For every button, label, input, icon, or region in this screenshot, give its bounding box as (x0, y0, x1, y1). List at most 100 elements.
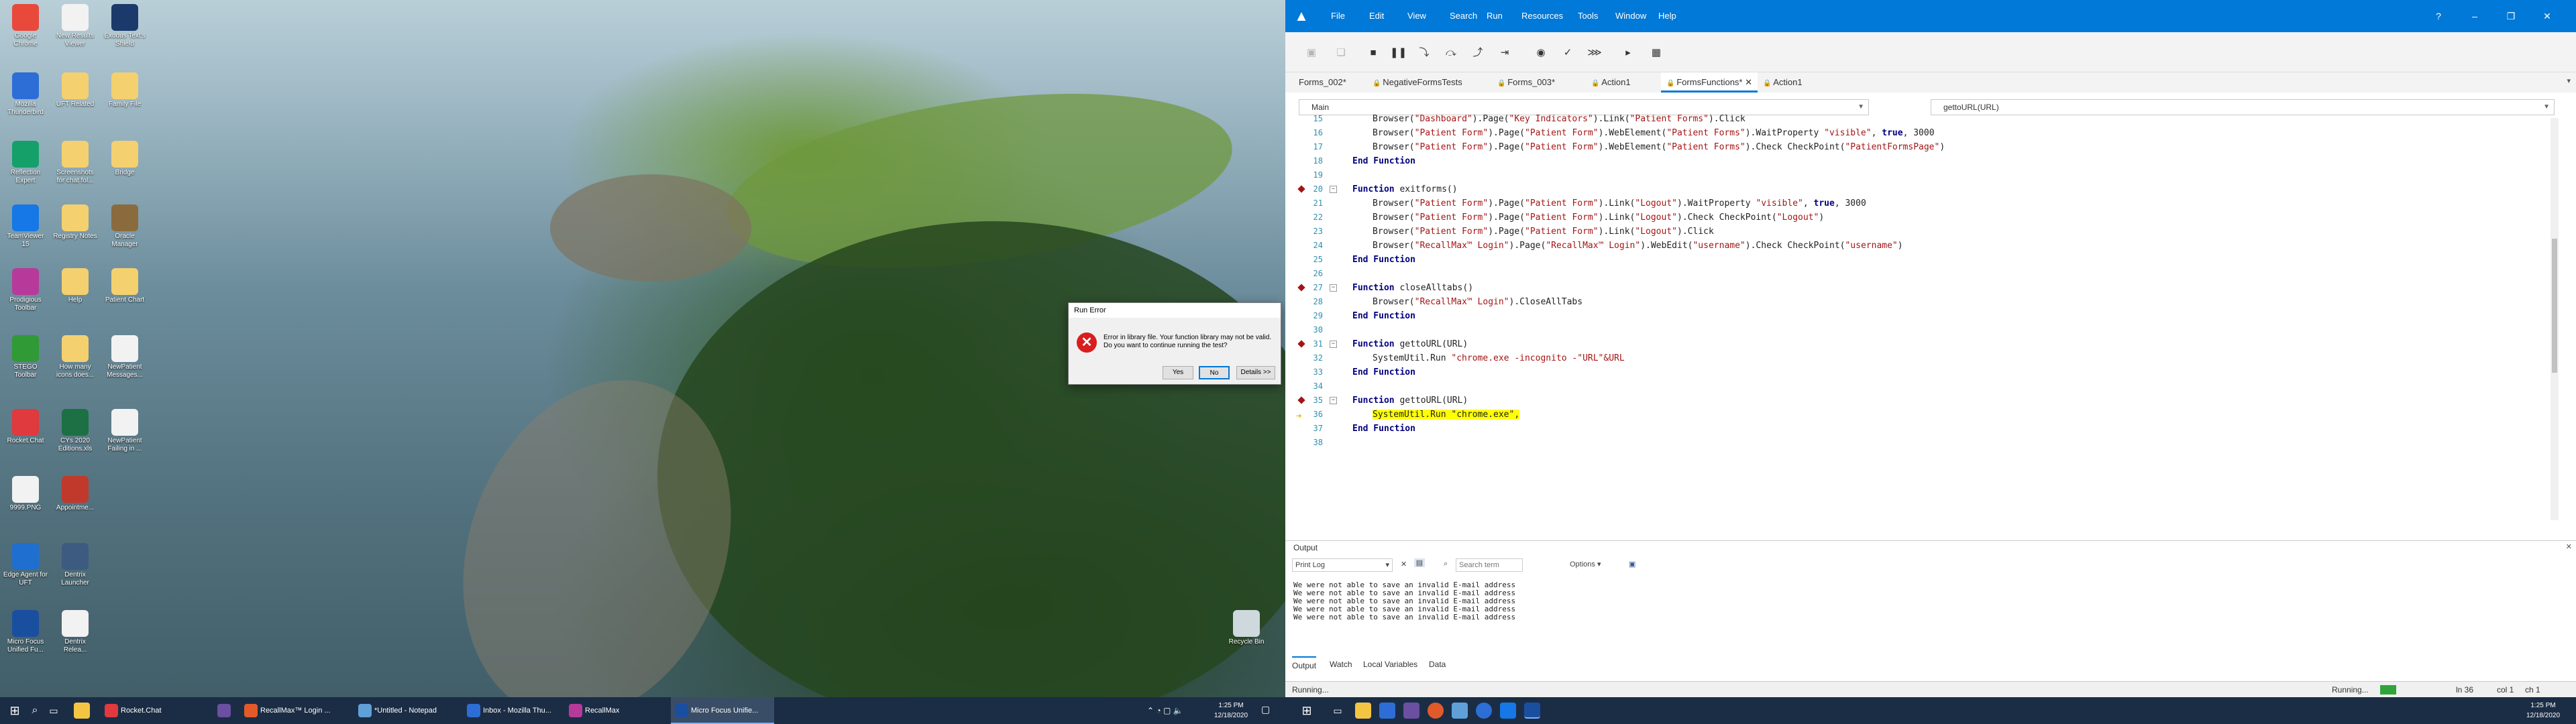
desktop-icon[interactable]: Dentrix Launcher (52, 543, 98, 587)
output-tab[interactable]: Output (1292, 656, 1317, 672)
code-line[interactable]: 28 Browser("RecallMax™ Login").CloseAllTa… (1285, 295, 2559, 309)
debug-icon[interactable]: ▸ (1621, 46, 1635, 60)
step-into-icon[interactable]: ⤵ (1417, 46, 1432, 60)
yes-button[interactable]: Yes (1163, 366, 1193, 379)
desktop-icon[interactable]: Rocket.Chat (3, 409, 48, 445)
step-over-icon[interactable]: ⤼ (1444, 46, 1458, 60)
output-tab[interactable]: Data (1429, 656, 1446, 672)
run-to-step-icon[interactable]: ⇥ (1497, 46, 1512, 60)
code-line[interactable]: 32 SystemUtil.Run "chrome.exe -incognito … (1285, 351, 2559, 365)
no-button[interactable]: No (1199, 366, 1230, 379)
details-button[interactable]: Details >> (1236, 366, 1275, 379)
code-line[interactable]: 26 (1285, 267, 2559, 281)
desktop-icon[interactable]: Edge Agent for UFT (3, 543, 48, 587)
help-icon[interactable]: ? (2423, 0, 2454, 32)
close-tab-icon[interactable]: ✕ (1742, 77, 1752, 87)
output-search-input[interactable] (1456, 558, 1523, 572)
copy-icon[interactable]: ❏ (1334, 46, 1348, 60)
fold-toggle-icon[interactable]: − (1330, 341, 1337, 348)
desktop-icon[interactable]: How many icons does... (52, 335, 98, 379)
explorer-icon[interactable] (1355, 703, 1371, 719)
pane-close-icon[interactable]: ✕ (2566, 542, 2572, 551)
record-options-icon[interactable]: ⋙ (1587, 46, 1602, 60)
code-line[interactable]: 37 End Function (1285, 422, 2559, 436)
code-line[interactable]: 29 End Function (1285, 309, 2559, 323)
pause-icon[interactable]: ❚❚ (1390, 46, 1407, 60)
document-tab[interactable]: 🔒 NegativeFormsTests (1373, 72, 1462, 93)
code-line[interactable]: 33 End Function (1285, 365, 2559, 379)
fold-toggle-icon[interactable]: − (1330, 186, 1337, 193)
desktop-icon[interactable]: Screenshots for chat fol... (52, 141, 98, 185)
clock-right[interactable]: 1:25 PM 12/18/2020 (2520, 701, 2567, 721)
code-line[interactable]: 20− Function exitforms() (1285, 182, 2559, 196)
start-icon[interactable]: ⊞ (1299, 703, 1315, 719)
desktop-icon[interactable]: NewPatient Failing in ... (102, 409, 148, 453)
export-icon[interactable]: ▣ (1629, 560, 1635, 568)
taskbar-app[interactable] (213, 697, 237, 724)
menu-item[interactable]: Search (1450, 0, 1477, 32)
email-icon[interactable] (1379, 703, 1395, 719)
record-icon[interactable]: ◉ (1534, 46, 1548, 60)
menu-item[interactable]: Run (1487, 0, 1503, 32)
menu-item[interactable]: File (1331, 0, 1345, 32)
search-icon[interactable]: ⌕ (27, 703, 43, 719)
desktop-icon[interactable]: Micro Focus Unified Fu... (3, 610, 48, 654)
code-line[interactable]: 19 (1285, 168, 2559, 182)
desktop-icon[interactable]: UFT Related (52, 72, 98, 109)
desktop-icon[interactable]: Dentrix Relea... (52, 610, 98, 654)
step-out-icon[interactable]: ⤴ (1470, 46, 1485, 60)
taskbar-app[interactable]: Micro Focus Unifie... (671, 697, 774, 724)
menu-item[interactable]: View (1407, 0, 1426, 32)
code-line[interactable]: 24 Browser("RecallMax™ Login").Page("Reca… (1285, 239, 2559, 253)
desktop-icon[interactable]: Google Chrome (3, 4, 48, 48)
uft-icon[interactable] (1524, 703, 1540, 719)
menu-item[interactable]: Window (1615, 0, 1646, 32)
code-line[interactable]: ➜ 36 SystemUtil.Run "chrome.exe", (1285, 408, 2559, 422)
desktop-icon[interactable]: Oracle Manager (102, 204, 148, 249)
desktop-icon[interactable]: STEGO Toolbar (3, 335, 48, 379)
desktop-icon[interactable]: Exodus Text's Shield (102, 4, 148, 48)
menu-item[interactable]: Tools (1578, 0, 1598, 32)
minimize-button[interactable]: – (2459, 0, 2490, 32)
desktop-icon[interactable]: Bridge (102, 141, 148, 177)
code-line[interactable]: 16 Browser("Patient Form").Page("Patient … (1285, 126, 2559, 140)
clear-icon[interactable]: ✕ (1401, 560, 1407, 568)
fold-toggle-icon[interactable]: − (1330, 284, 1337, 292)
taskbar-app[interactable]: Inbox - Mozilla Thu... (463, 697, 562, 724)
document-tab[interactable]: 🔒 Forms_003* (1497, 72, 1555, 93)
document-tab[interactable]: Forms_002* (1299, 72, 1346, 93)
breakpoint-icon[interactable] (1297, 185, 1305, 193)
menu-item[interactable]: Resources (1521, 0, 1563, 32)
desktop-icon[interactable]: TeamViewer 15 (3, 204, 48, 249)
breakpoint-icon[interactable] (1297, 284, 1305, 292)
desktop-icon[interactable]: New Results Viewer (52, 4, 98, 48)
notepad-icon[interactable] (1452, 703, 1468, 719)
notification-icon[interactable]: ▢ (1261, 704, 1270, 715)
breakpoint-icon[interactable] (1297, 340, 1305, 348)
teamviewer-icon[interactable] (1500, 703, 1516, 719)
recallmax-icon[interactable] (1403, 703, 1419, 719)
fold-toggle-icon[interactable]: − (1330, 397, 1337, 404)
maximize-button[interactable]: ❐ (2496, 0, 2526, 32)
desktop-icon[interactable]: Appointme... (52, 476, 98, 512)
output-tab[interactable]: Local Variables (1363, 656, 1417, 672)
save-icon[interactable]: ▣ (1304, 46, 1319, 60)
task-view-icon[interactable]: ▭ (46, 703, 62, 719)
taskbar-app[interactable]: RecallMax™ Login ... (240, 697, 350, 724)
output-tab[interactable]: Watch (1330, 656, 1352, 672)
desktop-icon[interactable]: Registry Notes (52, 204, 98, 241)
document-tab[interactable]: 🔒 Action1 (1591, 72, 1631, 93)
explorer-icon[interactable] (74, 703, 90, 719)
menu-item[interactable]: Edit (1369, 0, 1384, 32)
object-repository-icon[interactable]: ▦ (1649, 46, 1664, 60)
search-icon[interactable]: ⌕ (1444, 560, 1448, 568)
task-view-icon[interactable]: ▭ (1330, 703, 1346, 719)
code-line[interactable]: 25 End Function (1285, 253, 2559, 267)
code-line[interactable]: 35− Function gettoURL(URL) (1285, 394, 2559, 408)
wrap-icon[interactable]: ▤ (1414, 558, 1425, 567)
clock[interactable]: 1:25 PM 12/18/2020 (1208, 701, 1254, 721)
code-line[interactable]: 21 Browser("Patient Form").Page("Patient … (1285, 196, 2559, 210)
menu-item[interactable]: Help (1658, 0, 1676, 32)
desktop-icon[interactable]: Family File (102, 72, 148, 109)
close-button[interactable]: ✕ (2532, 0, 2563, 32)
